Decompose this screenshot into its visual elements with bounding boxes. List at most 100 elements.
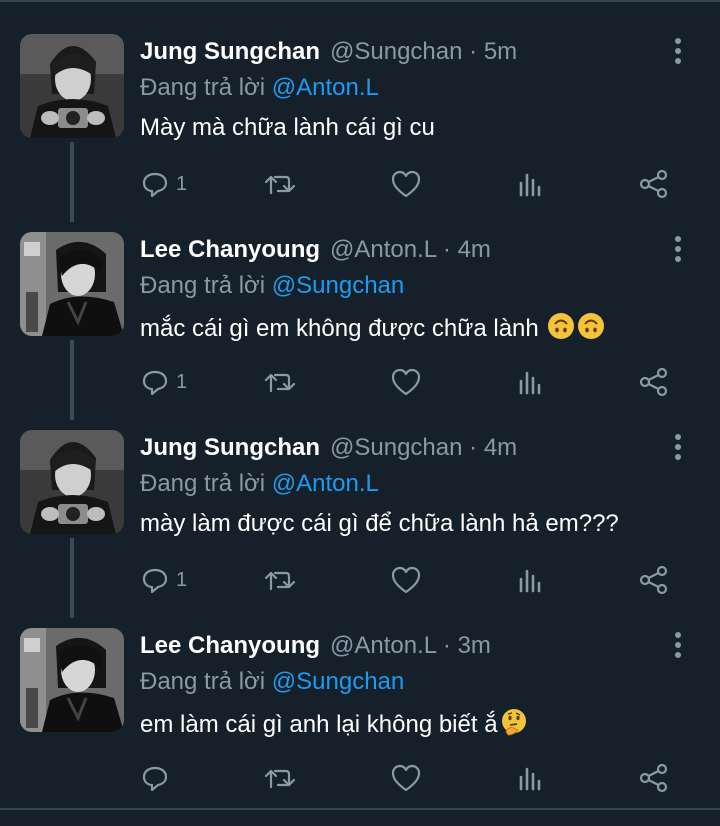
reply-icon <box>142 370 168 396</box>
tweet[interactable]: Lee Chanyoung @Anton.L · 3m Đang trả lời … <box>0 628 720 826</box>
upside-down-face-icon <box>578 313 605 339</box>
share-icon <box>639 763 668 793</box>
mention-link[interactable]: @Sungchan <box>272 272 404 299</box>
display-name[interactable]: Jung Sungchan <box>140 38 320 65</box>
mention-link[interactable]: @Anton.L <box>272 74 379 101</box>
reply-icon <box>142 172 168 198</box>
user-handle[interactable]: @Anton.L <box>330 236 436 263</box>
reply-context: Đang trả lời @Sungchan <box>140 668 404 696</box>
action-bar: 1 <box>140 362 680 402</box>
retweet-button[interactable] <box>262 758 298 798</box>
tweet-text: Mày mà chữa lành cái gì cu <box>140 114 435 141</box>
avatar[interactable] <box>20 628 124 732</box>
upside-down-face-icon <box>548 313 575 339</box>
display-name[interactable]: Lee Chanyoung <box>140 632 320 659</box>
views-button[interactable] <box>516 164 546 204</box>
top-divider <box>0 0 720 2</box>
reply-count: 1 <box>176 172 188 195</box>
views-button[interactable] <box>516 362 546 402</box>
tweet-text-container: mắc cái gì em không được chữa lành <box>140 312 605 343</box>
thinking-face-icon <box>501 709 526 736</box>
tweet[interactable]: Lee Chanyoung @Anton.L · 4m Đang trả lời … <box>0 232 720 430</box>
tweet-text: em làm cái gì anh lại không biết ắ <box>140 711 498 738</box>
reply-icon <box>142 766 168 792</box>
views-icon <box>519 371 541 395</box>
separator: · <box>442 236 451 263</box>
user-handle[interactable]: @Anton.L <box>330 632 436 659</box>
share-icon <box>639 169 668 199</box>
retweet-button[interactable] <box>262 560 298 600</box>
tweet-text-container: em làm cái gì anh lại không biết ắ <box>140 708 528 739</box>
views-button[interactable] <box>516 560 546 600</box>
tweet-header: Jung Sungchan @Sungchan · 5m <box>140 38 517 66</box>
display-name[interactable]: Lee Chanyoung <box>140 236 320 263</box>
tweet-header: Lee Chanyoung @Anton.L · 3m <box>140 632 491 660</box>
mention-link[interactable]: @Sungchan <box>272 668 404 695</box>
tweet-header: Jung Sungchan @Sungchan · 4m <box>140 434 517 462</box>
timestamp[interactable]: 3m <box>458 632 491 659</box>
timestamp[interactable]: 4m <box>458 236 491 263</box>
tweet-header: Lee Chanyoung @Anton.L · 4m <box>140 236 491 264</box>
reply-prefix: Đang trả lời <box>140 668 266 695</box>
action-bar: 1 <box>140 164 680 204</box>
avatar[interactable] <box>20 232 124 336</box>
timestamp[interactable]: 4m <box>484 434 517 461</box>
share-button[interactable] <box>638 362 670 402</box>
tweet[interactable]: Jung Sungchan @Sungchan · 5m Đang trả lời… <box>0 34 720 232</box>
action-bar <box>140 758 680 798</box>
separator: · <box>442 632 451 659</box>
reply-prefix: Đang trả lời <box>140 74 266 101</box>
bottom-divider <box>0 808 720 810</box>
separator: · <box>469 38 478 65</box>
retweet-icon <box>264 571 296 591</box>
reply-context: Đang trả lời @Anton.L <box>140 470 379 498</box>
tweet-text: mắc cái gì em không được chữa lành <box>140 315 539 342</box>
retweet-icon <box>264 175 296 195</box>
reply-button[interactable]: 1 <box>140 164 187 204</box>
timestamp[interactable]: 5m <box>484 38 517 65</box>
views-icon <box>519 173 541 197</box>
retweet-icon <box>264 373 296 393</box>
reply-button[interactable]: 1 <box>140 560 187 600</box>
avatar[interactable] <box>20 430 124 534</box>
views-button[interactable] <box>516 758 546 798</box>
reply-context: Đang trả lời @Anton.L <box>140 74 379 102</box>
like-icon <box>391 170 421 198</box>
reply-icon <box>142 568 168 594</box>
reply-context: Đang trả lời @Sungchan <box>140 272 404 300</box>
display-name[interactable]: Jung Sungchan <box>140 434 320 461</box>
tweet-text: mày làm được cái gì để chữa lành hả em??… <box>140 510 619 537</box>
user-handle[interactable]: @Sungchan <box>330 434 462 461</box>
mention-link[interactable]: @Anton.L <box>272 470 379 497</box>
like-button[interactable] <box>390 758 422 798</box>
reply-count: 1 <box>176 370 188 393</box>
share-button[interactable] <box>638 560 670 600</box>
like-button[interactable] <box>390 164 422 204</box>
like-button[interactable] <box>390 560 422 600</box>
views-icon <box>519 767 541 791</box>
share-button[interactable] <box>638 758 670 798</box>
retweet-button[interactable] <box>262 164 298 204</box>
reply-prefix: Đang trả lời <box>140 470 266 497</box>
user-handle[interactable]: @Sungchan <box>330 38 462 65</box>
like-button[interactable] <box>390 362 422 402</box>
separator: · <box>469 434 478 461</box>
avatar[interactable] <box>20 34 124 138</box>
action-bar: 1 <box>140 560 680 600</box>
more-icon[interactable] <box>668 36 688 66</box>
tweet[interactable]: Jung Sungchan @Sungchan · 4m Đang trả lời… <box>0 430 720 628</box>
share-icon <box>639 565 668 595</box>
like-icon <box>391 764 421 792</box>
more-icon[interactable] <box>668 234 688 264</box>
retweet-icon <box>264 769 296 789</box>
reply-button[interactable] <box>140 758 176 798</box>
retweet-button[interactable] <box>262 362 298 402</box>
reply-count: 1 <box>176 568 188 591</box>
more-icon[interactable] <box>668 432 688 462</box>
more-icon[interactable] <box>668 630 688 660</box>
like-icon <box>391 566 421 594</box>
share-button[interactable] <box>638 164 670 204</box>
views-icon <box>519 569 541 593</box>
share-icon <box>639 367 668 397</box>
reply-button[interactable]: 1 <box>140 362 187 402</box>
